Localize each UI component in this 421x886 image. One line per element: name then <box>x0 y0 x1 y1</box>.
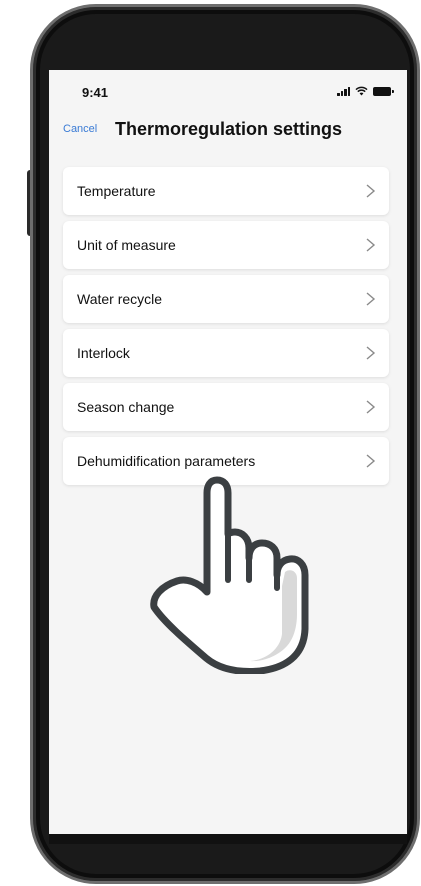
menu-item-temperature[interactable]: Temperature <box>63 167 389 215</box>
chevron-right-icon <box>366 346 376 360</box>
chevron-right-icon <box>366 454 376 468</box>
chevron-right-icon <box>366 292 376 306</box>
menu-item-label: Dehumidification parameters <box>77 453 256 469</box>
wifi-icon <box>355 86 368 96</box>
status-time: 9:41 <box>82 85 109 100</box>
chevron-right-icon <box>366 184 376 198</box>
menu-item-dehumidification-parameters[interactable]: Dehumidification parameters <box>63 437 389 485</box>
status-bar: 9:41 <box>49 70 407 110</box>
menu-item-water-recycle[interactable]: Water recycle <box>63 275 389 323</box>
menu-item-label: Interlock <box>77 345 130 361</box>
home-indicator-area <box>49 834 407 844</box>
signal-icon <box>337 86 350 96</box>
menu-item-label: Water recycle <box>77 291 163 307</box>
menu-item-label: Season change <box>77 399 175 415</box>
app-screen: 9:41 Cancel Thermoregulation settings Te… <box>49 70 407 834</box>
cancel-button[interactable]: Cancel <box>63 123 97 135</box>
battery-icon <box>373 86 394 96</box>
status-icons <box>337 85 394 97</box>
menu-item-label: Temperature <box>77 183 156 199</box>
menu-item-label: Unit of measure <box>77 237 176 253</box>
settings-menu: Temperature Unit of measure Water recycl… <box>63 167 389 491</box>
menu-item-unit-of-measure[interactable]: Unit of measure <box>63 221 389 269</box>
chevron-right-icon <box>366 400 376 414</box>
page-title: Thermoregulation settings <box>115 119 343 139</box>
chevron-right-icon <box>366 238 376 252</box>
menu-item-season-change[interactable]: Season change <box>63 383 389 431</box>
menu-item-interlock[interactable]: Interlock <box>63 329 389 377</box>
nav-bar: Cancel Thermoregulation settings <box>49 115 407 145</box>
